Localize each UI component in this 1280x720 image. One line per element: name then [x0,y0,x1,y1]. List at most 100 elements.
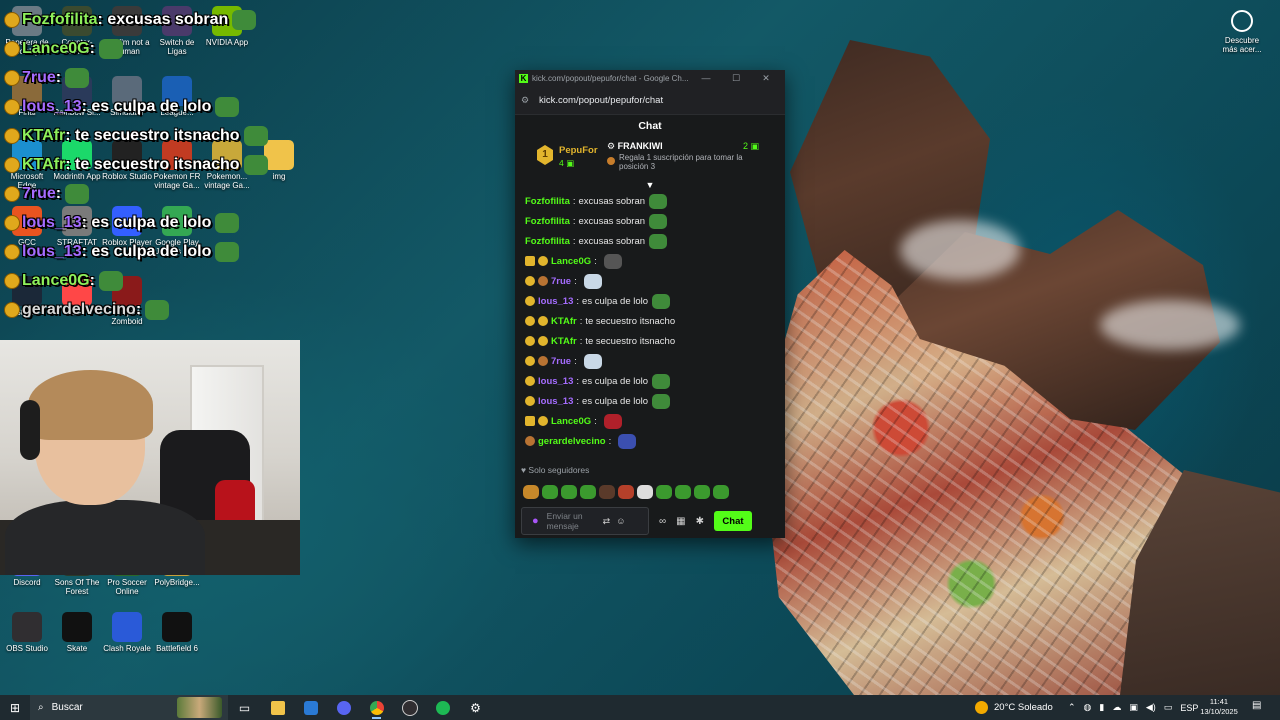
app-icon [62,612,92,642]
emote-button[interactable] [637,485,653,499]
desktop-icon-label: Clash Royale [103,644,151,653]
taskbar-search[interactable]: ⌕ Buscar [30,695,228,720]
chat-username[interactable]: KTAfr [551,336,577,347]
emote-button[interactable] [561,485,577,499]
overlay-chat-line: Fozfofilita: excusas sobran [4,10,304,39]
close-button[interactable]: ✕ [751,73,781,84]
settings-gear-icon[interactable]: ⚙ [459,695,492,720]
onedrive-icon[interactable]: ☁ [1112,702,1121,713]
battery-icon[interactable]: ▭ [1164,702,1173,713]
chat-message[interactable]: gerardelvecino: [525,431,775,451]
chat-message-list[interactable]: Fozfofilita: excusas sobran Fozfofilita: ex… [515,189,785,461]
emote-button[interactable] [580,485,596,499]
chat-message[interactable]: Lance0G: [525,251,775,271]
emote-button[interactable] [694,485,710,499]
message-placeholder: Enviar un mensaje [546,511,583,531]
overlay-username: Fozfofilita [22,11,98,29]
emote-button[interactable] [599,485,615,499]
tray-app-icon[interactable]: ◍ [1084,702,1092,713]
chat-username[interactable]: 7rue [551,276,571,287]
chat-message[interactable]: KTAfr: te secuestro itsnacho [525,311,775,331]
wallpaper-surf [900,220,1020,280]
gift-prompt: Regala 1 suscripción para tomar la posic… [619,153,743,171]
notification-icon[interactable]: ▤ [1252,700,1261,711]
emote-button[interactable] [542,485,558,499]
chrome-icon[interactable] [360,695,393,720]
chat-username[interactable]: lous_13 [538,376,573,387]
chat-message[interactable]: Lance0G: [525,411,775,431]
task-view-icon[interactable]: ▭ [228,695,261,720]
chat-username[interactable]: lous_13 [538,296,573,307]
translate-icon[interactable]: ⇄ [603,516,611,527]
emote-icon [649,193,668,209]
chat-message[interactable]: 7rue: [525,271,775,291]
chat-username[interactable]: gerardelvecino [538,436,606,447]
emote-button[interactable] [523,485,539,499]
maximize-button[interactable]: ☐ [721,73,751,84]
chat-message[interactable]: lous_13: es culpa de lolo [525,391,775,411]
site-settings-icon[interactable]: ⚙ [521,95,531,105]
emote-button[interactable] [656,485,672,499]
chat-username[interactable]: Fozfofilita [525,216,570,227]
chat-username[interactable]: Fozfofilita [525,236,570,247]
windows-start-icon[interactable]: ⊞ [0,701,30,715]
chat-username[interactable]: Lance0G [551,416,591,427]
share-icon[interactable]: ∞ [659,516,666,527]
chat-username[interactable]: Lance0G [551,256,591,267]
overlay-username: Lance0G [22,40,90,58]
emoji-icon[interactable]: ☺ [616,516,625,526]
chat-message[interactable]: Fozfofilita: excusas sobran [525,231,775,251]
desktop-icon[interactable]: OBS Studio [2,612,52,653]
chat-separator: : [579,315,583,327]
mic-icon[interactable]: ● [532,515,539,527]
network-icon[interactable]: ▣ [1129,702,1138,713]
chat-message[interactable]: 7rue: [525,351,775,371]
search-highlight-image[interactable] [177,697,222,718]
discord-icon[interactable] [327,695,360,720]
leader-count: 4 ▣ [559,158,575,168]
clock[interactable]: 11:41 13/10/2025 [1196,697,1242,717]
chat-username[interactable]: lous_13 [538,396,573,407]
spotify-icon[interactable] [426,695,459,720]
desktop-icon[interactable]: Clash Royale [102,612,152,653]
overlay-username: lous_13 [22,98,82,116]
desktop-icon[interactable]: Battlefield 6 [152,612,202,653]
message-input[interactable]: ● Enviar un mensaje ⇄ ☺ [521,507,649,535]
badge-icon [4,302,20,318]
chat-message[interactable]: Fozfofilita: excusas sobran [525,211,775,231]
chat-message-text: excusas sobran [578,235,646,247]
chat-message[interactable]: KTAfr: te secuestro itsnacho [525,331,775,351]
emote-button[interactable] [675,485,691,499]
desktop-icon[interactable]: Skate [52,612,102,653]
address-bar[interactable]: ⚙ kick.com/popout/pepufor/chat [515,86,785,115]
app-icon [112,612,142,642]
chevron-up-icon[interactable]: ⌃ [1068,702,1076,713]
sub-leaderboard[interactable]: 1 PepuFor 4 ▣ ⚙ FRANKIWI Regala 1 suscri… [515,137,785,183]
chat-message[interactable]: Fozfofilita: excusas sobran [525,191,775,211]
chat-username[interactable]: Fozfofilita [525,196,570,207]
file-explorer-icon[interactable] [261,695,294,720]
store-icon[interactable]: ▦ [676,516,685,527]
window-titlebar[interactable]: K kick.com/popout/pepufor/chat - Google … [515,70,785,86]
chat-message-text: es culpa de lolo [582,375,649,387]
chat-message[interactable]: lous_13: es culpa de lolo [525,291,775,311]
volume-icon[interactable]: ◀) [1146,702,1156,713]
overlay-message-text: : te secuestro itsnacho [65,156,240,174]
obs-icon[interactable] [393,695,426,720]
chat-username[interactable]: 7rue [551,356,571,367]
coin-badge-icon [538,336,548,346]
weather-widget[interactable]: 20°C Soleado [975,695,1053,720]
emote-button[interactable] [618,485,634,499]
chat-username[interactable]: KTAfr [551,316,577,327]
discover-more-shortcut[interactable]: Descubre más acer... [1218,10,1266,54]
emote-icon [98,271,123,291]
coin-badge-icon [525,316,535,326]
settings-icon[interactable]: ✱ [696,516,704,527]
emote-icon [232,10,257,30]
chat-message[interactable]: lous_13: es culpa de lolo [525,371,775,391]
send-chat-button[interactable]: Chat [713,511,752,531]
minimize-button[interactable]: — [691,73,721,83]
microphone-icon[interactable]: ▮ [1099,702,1104,713]
emote-button[interactable] [713,485,729,499]
store-app-icon[interactable] [294,695,327,720]
